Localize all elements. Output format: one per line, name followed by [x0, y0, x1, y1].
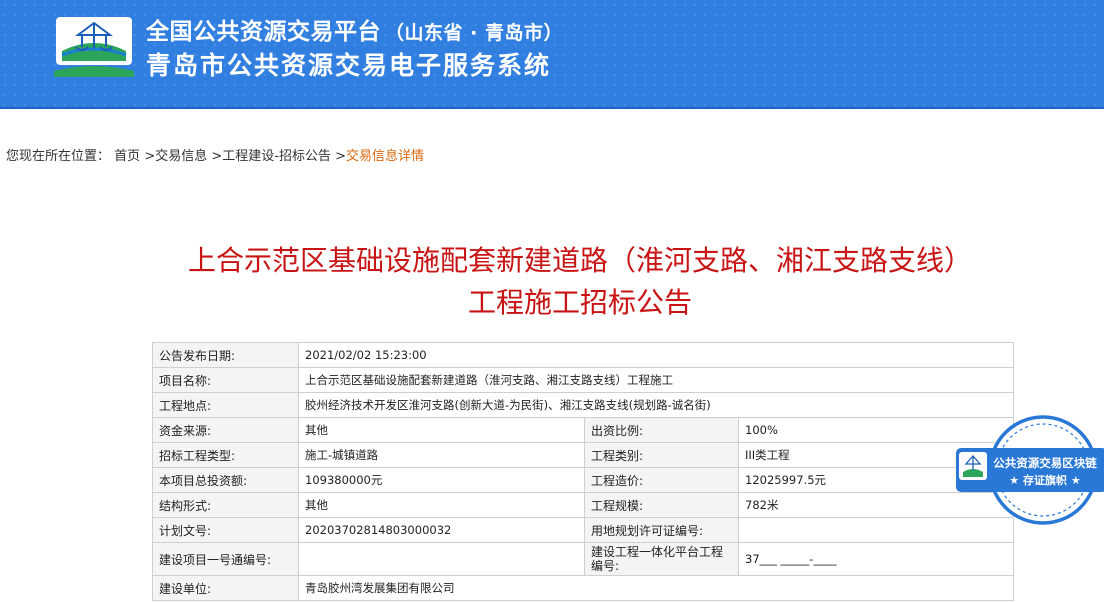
table-row: 公告发布日期: 2021/02/02 15:23:00 [152, 342, 1015, 368]
table-row: 计划文号: 20203702814803000032 用地规划许可证编号: [152, 517, 1015, 543]
fund-source-value: 其他 [298, 417, 585, 443]
system-title: 青岛市公共资源交易电子服务系统 [146, 51, 552, 80]
bid-type-value: 施工-城镇道路 [298, 442, 585, 468]
platform-title: 全国公共资源交易平台 （山东省 · 青岛市） [146, 12, 563, 46]
structure-value: 其他 [298, 492, 585, 518]
project-code-value [298, 542, 585, 576]
site-header: 全国公共资源交易平台 （山东省 · 青岛市） 青岛市公共资源交易电子服务系统 [0, 0, 1104, 107]
cost-label: 工程造价: [584, 467, 739, 493]
fund-source-label: 资金来源: [152, 417, 299, 443]
publish-date-value: 2021/02/02 15:23:00 [297, 342, 1015, 368]
breadcrumb-separator: > [144, 149, 156, 164]
table-row: 工程地点: 胶州经济技术开发区淮河支路(创新大道-为民街)、湘江支路支线(规划路… [152, 392, 1015, 418]
table-row: 本项目总投资额: 109380000元 工程造价: 12025997.5元 [152, 467, 1015, 493]
stamp-line2: ★ 存证旗帜 ★ [1009, 473, 1081, 487]
builder-label: 建设单位: [152, 575, 299, 601]
table-row: 资金来源: 其他 出资比例: 100% [152, 417, 1015, 443]
breadcrumb-home-link[interactable]: 首页 [114, 149, 140, 164]
breadcrumb: 您现在所在位置： 首页 >交易信息 >工程建设-招标公告 >交易信息详情 [6, 145, 424, 164]
plan-doc-label: 计划文号: [152, 517, 299, 543]
platform-code-label: 建设工程一体化平台工程编号: [584, 542, 739, 576]
platform-logo-icon [54, 17, 134, 77]
scale-label: 工程规模: [584, 492, 739, 518]
structure-label: 结构形式: [152, 492, 299, 518]
table-row: 招标工程类型: 施工-城镇道路 工程类别: III类工程 [152, 442, 1015, 468]
platform-title-region: （山东省 · 青岛市） [385, 22, 563, 44]
breadcrumb-bid-notice-link[interactable]: 工程建设-招标公告 [222, 149, 331, 164]
stamp-line1: 公共资源交易区块链 [993, 456, 1097, 470]
table-row: 项目名称: 上合示范区基础设施配套新建道路（淮河支路、湘江支路支线）工程施工 [152, 367, 1015, 393]
location-label: 工程地点: [152, 392, 299, 418]
breadcrumb-prefix: 您现在所在位置： [6, 149, 111, 164]
project-name-value: 上合示范区基础设施配套新建道路（淮河支路、湘江支路支线）工程施工 [297, 367, 1015, 393]
breadcrumb-separator: > [335, 149, 347, 164]
blockchain-certificate-stamp[interactable]: 公共资源交易区块链 ★ 存证旗帜 ★ [955, 414, 1104, 526]
page-title-line1: 上合示范区基础设施配套新建道路（淮河支路、湘江支路支线） [187, 244, 972, 277]
platform-code-value: 37___ _____-____ [737, 542, 1015, 576]
builder-value: 青岛胶州湾发展集团有限公司 [297, 575, 1015, 601]
project-name-label: 项目名称: [152, 367, 299, 393]
total-investment-value: 109380000元 [298, 467, 585, 493]
page-title-line2: 工程施工招标公告 [467, 286, 692, 319]
header-divider [0, 107, 1104, 109]
fund-ratio-label: 出资比例: [584, 417, 739, 443]
publish-date-label: 公告发布日期: [152, 342, 299, 368]
table-row: 建设单位: 青岛胶州湾发展集团有限公司 [152, 575, 1015, 601]
page-title: 上合示范区基础设施配套新建道路（淮河支路、湘江支路支线） 工程施工招标公告 [0, 240, 1104, 324]
notice-info-table: 公告发布日期: 2021/02/02 15:23:00 项目名称: 上合示范区基… [152, 342, 1015, 601]
land-permit-label: 用地规划许可证编号: [584, 517, 739, 543]
breadcrumb-separator: > [211, 149, 223, 164]
total-investment-label: 本项目总投资额: [152, 467, 299, 493]
platform-title-main: 全国公共资源交易平台 [146, 19, 381, 45]
location-value: 胶州经济技术开发区淮河支路(创新大道-为民街)、湘江支路支线(规划路-诚名街) [297, 392, 1015, 418]
table-row: 建设项目一号通编号: 建设工程一体化平台工程编号: 37___ _____-__… [152, 542, 1015, 576]
project-code-label: 建设项目一号通编号: [152, 542, 299, 576]
plan-doc-value: 20203702814803000032 [298, 517, 585, 543]
breadcrumb-trade-info-link[interactable]: 交易信息 [155, 149, 207, 164]
table-row: 结构形式: 其他 工程规模: 782米 [152, 492, 1015, 518]
breadcrumb-current: 交易信息详情 [346, 149, 425, 164]
project-category-label: 工程类别: [584, 442, 739, 468]
bid-type-label: 招标工程类型: [152, 442, 299, 468]
